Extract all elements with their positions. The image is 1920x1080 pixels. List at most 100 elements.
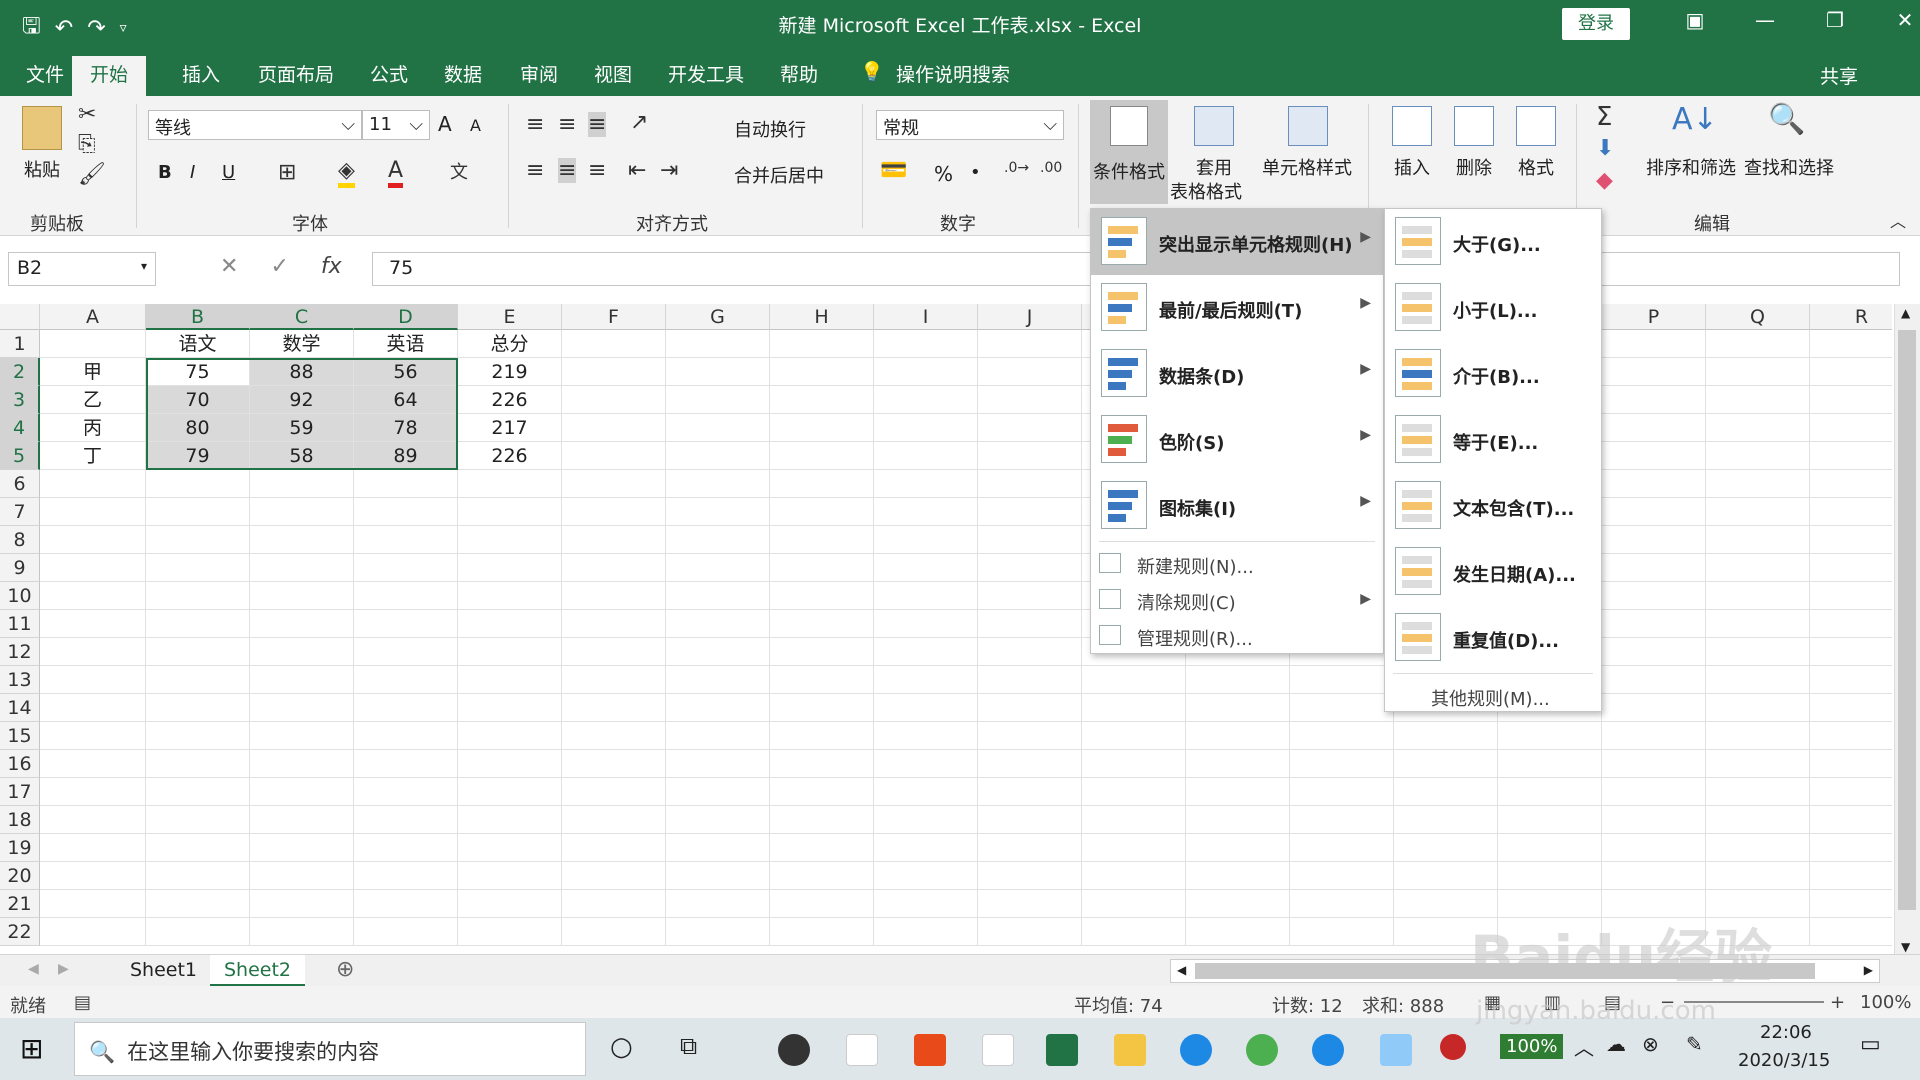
cell[interactable] [666, 694, 770, 722]
align-left-icon[interactable]: ≡ [526, 158, 544, 183]
cell[interactable]: 总分 [458, 330, 562, 358]
cell[interactable] [666, 498, 770, 526]
row-header[interactable]: 19 [0, 834, 40, 862]
cell[interactable] [978, 554, 1082, 582]
cell[interactable] [562, 498, 666, 526]
cell[interactable] [1186, 722, 1290, 750]
underline-button[interactable]: U [222, 162, 235, 183]
cell[interactable] [1602, 554, 1706, 582]
cell[interactable] [978, 358, 1082, 386]
highlight-rule-item[interactable]: 小于(L)... [1385, 275, 1601, 341]
close-button[interactable]: ✕ [1870, 8, 1920, 32]
show-hidden-icons-icon[interactable]: ︿ [1574, 1032, 1594, 1061]
cell[interactable] [1810, 638, 1892, 666]
cell[interactable] [1602, 638, 1706, 666]
row-header[interactable]: 10 [0, 582, 40, 610]
cell[interactable]: 丁 [40, 442, 146, 470]
network-icon[interactable]: ⊗ [1642, 1032, 1659, 1056]
cell[interactable] [458, 470, 562, 498]
cortana-icon[interactable]: ○ [610, 1032, 633, 1062]
cell[interactable] [666, 806, 770, 834]
cell[interactable] [666, 582, 770, 610]
format-painter-icon[interactable]: 🖌 [78, 162, 106, 187]
cell[interactable] [1810, 722, 1892, 750]
cell[interactable] [250, 526, 354, 554]
cell[interactable] [354, 526, 458, 554]
scroll-up-icon[interactable]: ▲ [1901, 306, 1910, 320]
cell[interactable] [1706, 610, 1810, 638]
zoom-level[interactable]: 100% [1860, 992, 1911, 1013]
cell[interactable] [40, 666, 146, 694]
sheet-tab[interactable]: Sheet2 [210, 955, 306, 987]
cell[interactable]: 217 [458, 414, 562, 442]
cell[interactable] [40, 722, 146, 750]
more-rules-item[interactable]: 其他规则(M)... [1385, 677, 1601, 713]
cell[interactable] [1290, 666, 1394, 694]
delete-cells-button[interactable]: 删除 [1456, 154, 1492, 180]
share-button[interactable]: 共享 [1820, 62, 1858, 89]
cell[interactable] [354, 806, 458, 834]
cell[interactable] [562, 358, 666, 386]
clock-date[interactable]: 2020/3/15 [1738, 1050, 1830, 1071]
cf-rule-action[interactable]: 新建规则(N)... [1091, 545, 1383, 581]
cell[interactable] [458, 778, 562, 806]
cell[interactable] [1706, 722, 1810, 750]
cell[interactable] [250, 918, 354, 946]
cell[interactable] [354, 582, 458, 610]
cell[interactable] [1810, 358, 1892, 386]
highlight-rule-item[interactable]: 发生日期(A)... [1385, 539, 1601, 605]
cell[interactable] [770, 638, 874, 666]
cell[interactable] [146, 750, 250, 778]
cell[interactable] [1394, 750, 1498, 778]
wechat-icon[interactable] [1246, 1034, 1278, 1066]
macro-record-icon[interactable]: ▤ [74, 992, 91, 1013]
cell[interactable]: 78 [354, 414, 458, 442]
cell[interactable] [1082, 694, 1186, 722]
row-header[interactable]: 4 [0, 414, 40, 442]
cell[interactable] [1810, 498, 1892, 526]
tab-4[interactable]: 公式 [370, 60, 408, 87]
cell[interactable] [874, 834, 978, 862]
fill-icon[interactable]: ⬇ [1596, 136, 1614, 161]
cell[interactable] [562, 582, 666, 610]
cell[interactable] [458, 582, 562, 610]
cell[interactable] [146, 498, 250, 526]
align-center-icon[interactable]: ≡ [558, 158, 577, 183]
cell[interactable] [1810, 806, 1892, 834]
cell[interactable] [874, 582, 978, 610]
cell[interactable] [1706, 358, 1810, 386]
cell[interactable] [874, 358, 978, 386]
prev-sheet-icon[interactable]: ◀ [28, 961, 39, 977]
cell[interactable] [978, 638, 1082, 666]
decrease-indent-icon[interactable]: ⇤ [628, 158, 646, 183]
cell[interactable] [354, 666, 458, 694]
cell[interactable]: 数学 [250, 330, 354, 358]
cell[interactable] [1186, 890, 1290, 918]
cell[interactable] [1602, 526, 1706, 554]
add-sheet-icon[interactable]: ⊕ [336, 957, 354, 982]
cell[interactable] [1082, 750, 1186, 778]
cell[interactable]: 92 [250, 386, 354, 414]
row-header[interactable]: 11 [0, 610, 40, 638]
cell[interactable] [1602, 722, 1706, 750]
row-header[interactable]: 3 [0, 386, 40, 414]
highlight-rule-item[interactable]: 文本包含(T)... [1385, 473, 1601, 539]
cell[interactable] [874, 806, 978, 834]
cell[interactable] [1290, 778, 1394, 806]
cell[interactable] [354, 694, 458, 722]
column-header[interactable]: C [250, 304, 354, 330]
tab-0[interactable]: 文件 [26, 60, 64, 87]
cell[interactable] [1706, 834, 1810, 862]
cell[interactable] [354, 470, 458, 498]
tab-3[interactable]: 页面布局 [258, 60, 334, 87]
cell[interactable] [666, 666, 770, 694]
cell[interactable] [874, 778, 978, 806]
wrap-text-button[interactable]: 自动换行 [734, 116, 806, 142]
cell[interactable] [1706, 526, 1810, 554]
highlight-rule-item[interactable]: 介于(B)... [1385, 341, 1601, 407]
cell[interactable] [354, 918, 458, 946]
cell[interactable] [1082, 890, 1186, 918]
row-header[interactable]: 8 [0, 526, 40, 554]
cell[interactable] [458, 750, 562, 778]
cell[interactable] [770, 526, 874, 554]
